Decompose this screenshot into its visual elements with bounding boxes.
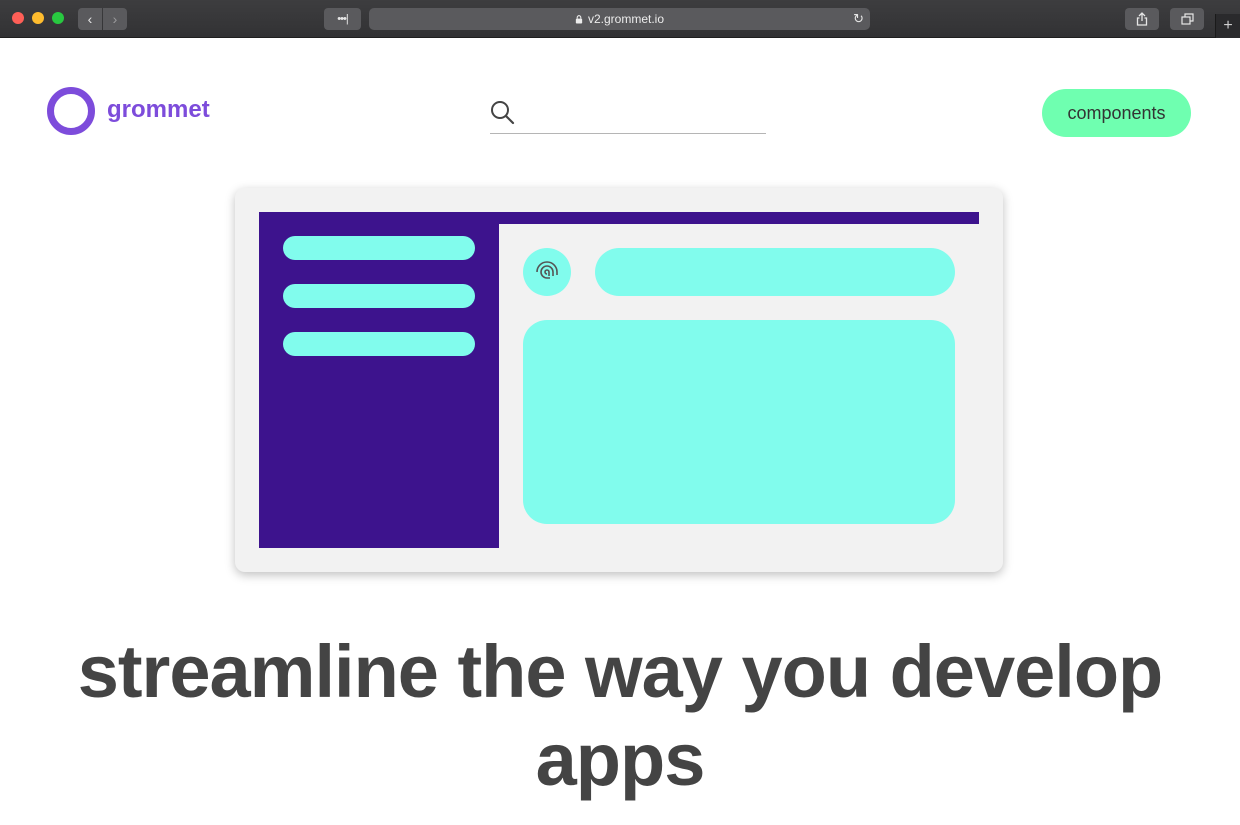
sidebar-toggle-button[interactable]: •••| (324, 8, 361, 30)
hero-headline: streamline the way you develop apps (77, 630, 1163, 801)
illustration-avatar (523, 248, 571, 296)
illustration-header-pill (595, 248, 955, 296)
illustration-nav-pill (283, 236, 475, 260)
plus-icon: + (1223, 17, 1233, 34)
browser-toolbar: ‹ › •••| v2.grommet.io ↻ + (0, 0, 1240, 38)
share-icon (1136, 12, 1148, 26)
close-window-button[interactable] (12, 12, 24, 24)
reader-icon: •••| (337, 13, 348, 25)
lock-icon (575, 14, 583, 24)
minimize-window-button[interactable] (32, 12, 44, 24)
illustration-nav-pill (283, 284, 475, 308)
search-icon (491, 101, 515, 125)
components-button[interactable]: components (1042, 89, 1191, 137)
search-input[interactable] (522, 98, 766, 130)
illustration-sidebar (259, 212, 499, 548)
reload-icon[interactable]: ↻ (853, 11, 864, 27)
hero-illustration (235, 188, 1003, 572)
chevron-left-icon: ‹ (87, 11, 93, 27)
chevron-right-icon: › (112, 11, 118, 27)
illustration-content-box (523, 320, 955, 524)
brand-name[interactable]: grommet (107, 96, 210, 124)
back-button[interactable]: ‹ (78, 8, 102, 30)
grommet-ring-icon[interactable] (47, 87, 95, 135)
illustration-nav-pill (283, 332, 475, 356)
search-field[interactable] (490, 98, 766, 134)
forward-button[interactable]: › (103, 8, 127, 30)
show-tabs-button[interactable] (1170, 8, 1204, 30)
fingerprint-icon (536, 261, 558, 279)
new-tab-button[interactable]: + (1215, 14, 1240, 38)
url-text: v2.grommet.io (587, 12, 665, 26)
address-bar[interactable]: v2.grommet.io ↻ (369, 8, 870, 30)
zoom-window-button[interactable] (52, 12, 64, 24)
tabs-icon (1180, 13, 1194, 25)
share-button[interactable] (1125, 8, 1159, 30)
